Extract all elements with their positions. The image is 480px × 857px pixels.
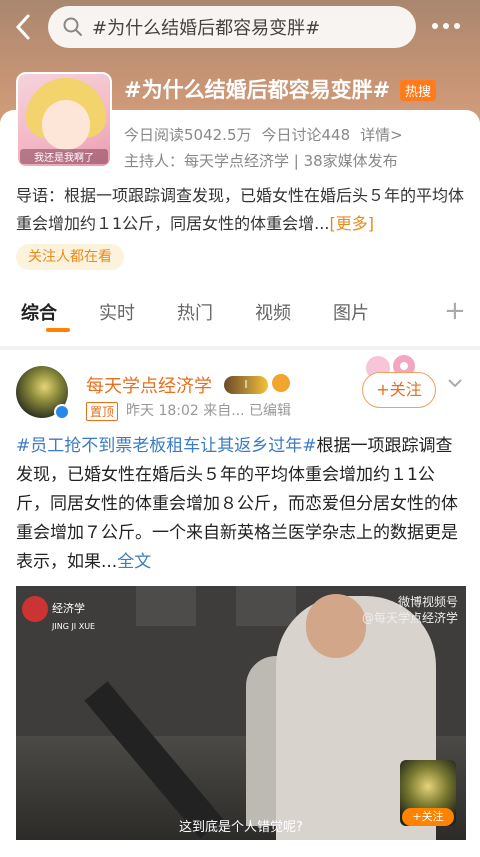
post-hashtag[interactable]: #员工抢不到票老板租车让其返乡过年#: [16, 436, 317, 456]
video-logo-text: 经济学: [52, 602, 85, 615]
follow-button[interactable]: +关注: [362, 372, 436, 408]
verified-icon: [54, 404, 70, 420]
guide-more-link[interactable]: [更多]: [329, 214, 374, 233]
level-badge: I: [224, 376, 268, 394]
full-text-link[interactable]: 全文: [117, 552, 151, 572]
tab-realtime[interactable]: 实时: [78, 299, 156, 325]
post-text: #员工抢不到票老板租车让其返乡过年#根据一项跟踪调查发现，已婚女性在婚后头５年的…: [16, 432, 466, 577]
topic-title: #为什么结婚后都容易变胖#: [124, 78, 391, 102]
channel-logo-icon: [22, 596, 48, 622]
topic-avatar: 我还是我啊了: [16, 72, 112, 168]
back-arrow-icon[interactable]: [10, 12, 38, 42]
topic-guide: 导语：根据一项跟踪调查发现，已婚女性在婚后头５年的平均体重会增加约１1公斤，同居…: [16, 182, 466, 238]
video-subtitle: 这到底是个人错觉呢?: [179, 820, 303, 835]
video-player[interactable]: 经济学 JING JI XUE 微博视频号 @每天学点经济学 +关注 这到底是个…: [16, 586, 466, 840]
post-meta: 昨天 18:02 来自... 已编辑: [126, 403, 292, 419]
active-tab-indicator: [46, 328, 70, 332]
chevron-down-icon[interactable]: [446, 374, 464, 392]
watermark-line-1: 微博视频号: [397, 595, 458, 609]
details-link[interactable]: 详情>: [360, 124, 403, 145]
search-bar[interactable]: #为什么结婚后都容易变胖#: [48, 6, 416, 48]
topic-avatar-caption: 我还是我啊了: [20, 149, 108, 164]
tab-comprehensive[interactable]: 综合: [0, 299, 78, 325]
post-body: 根据一项跟踪调查发现，已婚女性在婚后头５年的平均体重会增加约１1公斤，同居女性的…: [16, 436, 458, 572]
search-icon: [63, 17, 82, 36]
hot-search-badge: 热搜: [400, 80, 437, 101]
today-reads: 今日阅读5042.5万: [124, 126, 252, 144]
video-logo: 经济学 JING JI XUE: [22, 596, 95, 631]
topic-stats: 今日阅读5042.5万 今日讨论448 详情>: [124, 124, 403, 145]
video-watermark: 微博视频号 @每天学点经济学: [362, 594, 458, 626]
today-discussions: 今日讨论448: [261, 126, 351, 144]
video-logo-sub: JING JI XUE: [52, 622, 96, 631]
tab-hot[interactable]: 热门: [156, 299, 234, 325]
post-username[interactable]: 每天学点经济学: [86, 372, 212, 398]
guide-text: 导语：根据一项跟踪调查发现，已婚女性在婚后头５年的平均体重会增加约１1公斤，同居…: [16, 186, 465, 233]
tab-bar: 综合 实时 热门 视频 图片: [0, 290, 480, 334]
tab-video[interactable]: 视频: [234, 299, 312, 325]
tab-images[interactable]: 图片: [312, 299, 390, 325]
add-tab-icon[interactable]: +: [444, 296, 466, 326]
pinned-badge: 置顶: [86, 402, 119, 421]
more-options-icon[interactable]: [432, 14, 468, 38]
topic-host: 主持人：每天学点经济学 | 38家媒体发布: [124, 152, 398, 170]
search-query: #为什么结婚后都容易变胖#: [92, 18, 321, 39]
fan-badge-icon: [272, 374, 290, 392]
watermark-line-2: @每天学点经济学: [361, 611, 458, 625]
followers-watching-chip[interactable]: 关注人都在看: [16, 244, 124, 270]
